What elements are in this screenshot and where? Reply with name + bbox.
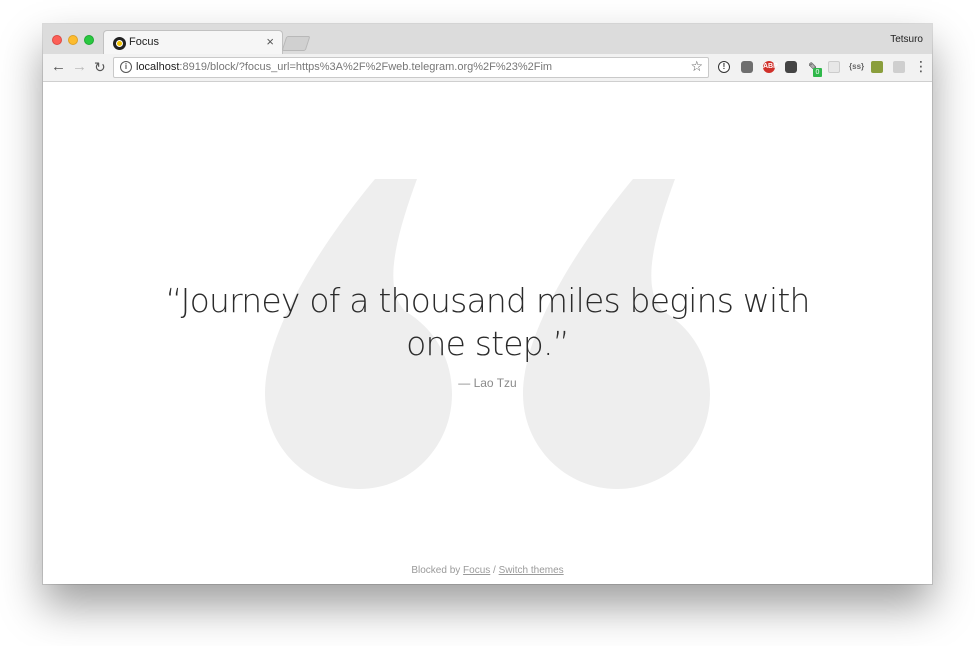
info-icon[interactable]: i: [120, 61, 132, 73]
reload-icon[interactable]: ↻: [94, 58, 106, 76]
url-text[interactable]: localhost:8919/block/?focus_url=https%3A…: [136, 61, 552, 73]
address-bar[interactable]: i localhost:8919/block/?focus_url=https%…: [113, 57, 709, 78]
tab-focus[interactable]: Focus ×: [103, 30, 283, 56]
focus-favicon-icon: [113, 37, 126, 50]
quote-text: “Journey of a thousand miles begins with…: [165, 281, 810, 363]
back-arrow-icon[interactable]: ←: [51, 58, 66, 76]
tab-title: Focus: [129, 36, 159, 48]
star-icon[interactable]: ☆: [690, 58, 703, 75]
extension-badge: 0: [813, 68, 822, 77]
info-circle-extension-icon[interactable]: !: [718, 61, 730, 73]
blocked-page: “Journey of a thousand miles begins with…: [43, 82, 932, 584]
new-tab-button[interactable]: [281, 36, 311, 51]
shopify-extension-icon[interactable]: [871, 61, 883, 73]
screen-extension-icon[interactable]: [893, 61, 905, 73]
quote-author: — Lao Tzu: [458, 376, 517, 390]
url-host: localhost: [136, 61, 180, 73]
ublock-extension-icon[interactable]: [741, 61, 753, 73]
profile-name[interactable]: Tetsuro: [890, 34, 923, 45]
blank-extension-icon[interactable]: [828, 61, 840, 73]
maximize-window-button[interactable]: [84, 35, 94, 45]
switch-themes-link[interactable]: Switch themes: [499, 565, 564, 576]
adblock-plus-extension-icon[interactable]: ABP: [763, 61, 778, 73]
minimize-window-button[interactable]: [68, 35, 78, 45]
tab-close-icon[interactable]: ×: [266, 34, 274, 49]
menu-dots-icon[interactable]: ⋮: [914, 59, 928, 73]
title-bar: Focus × Tetsuro: [43, 24, 932, 56]
footer: Blocked by Focus / Switch themes: [43, 565, 932, 576]
json-extension-icon[interactable]: {ss}: [849, 61, 864, 73]
close-window-button[interactable]: [52, 35, 62, 45]
pocket-extension-icon[interactable]: [785, 61, 797, 73]
url-path: :8919/block/?focus_url=https%3A%2F%2Fweb…: [179, 61, 553, 73]
footer-separator: /: [490, 565, 499, 576]
forward-arrow-icon[interactable]: →: [72, 58, 87, 76]
focus-link[interactable]: Focus: [463, 565, 490, 576]
footer-prefix: Blocked by: [411, 565, 464, 576]
browser-window: Focus × Tetsuro ← → ↻ i localhost:8919/b…: [43, 24, 932, 584]
browser-toolbar: ← → ↻ i localhost:8919/block/?focus_url=…: [43, 54, 932, 82]
